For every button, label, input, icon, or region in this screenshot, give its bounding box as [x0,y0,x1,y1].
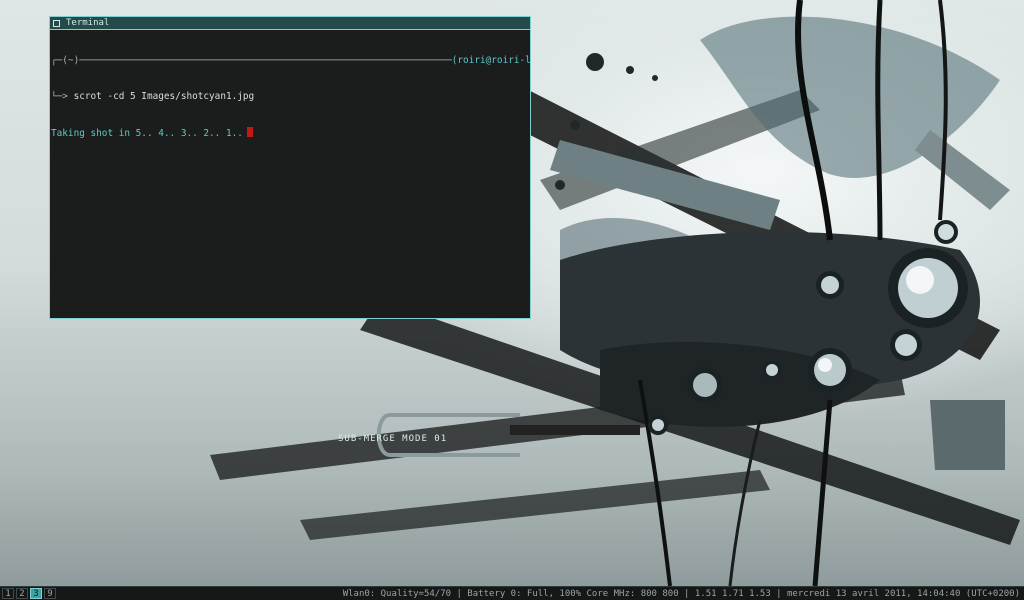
command-text: scrot -cd 5 Images/shotcyan1.jpg [73,91,255,102]
output-line: Taking shot in 5.. 4.. 3.. 2.. 1.. [51,127,530,139]
terminal-body[interactable]: ┌─(~)───────────────────────────────────… [50,30,530,163]
window-icon [53,19,60,27]
workspace-3[interactable]: 3 [30,588,42,599]
workspace-2[interactable]: 2 [16,588,28,599]
terminal-titlebar[interactable]: Terminal [50,17,530,30]
prompt-arrow: └─> [51,91,74,102]
workspace-9[interactable]: 9 [44,588,56,599]
prompt-user-host: (roiri@roiri-laptop) [451,55,530,66]
output-text: Taking shot in 5.. 4.. 3.. 2.. 1.. [51,128,243,139]
status-bar: 1 2 3 9 Wlan0: Quality=54/70 | Battery 0… [0,586,1024,600]
text-cursor [246,127,253,137]
prompt-line-1: ┌─(~)───────────────────────────────────… [51,55,530,67]
workspace-1[interactable]: 1 [2,588,14,599]
prompt-rule: ────────────────────────────────────────… [79,55,452,66]
prompt-cwd: ┌─(~) [51,55,80,66]
prompt-line-2: └─> scrot -cd 5 Images/shotcyan1.jpg [51,91,530,103]
terminal-window[interactable]: Terminal ┌─(~)──────────────────────────… [49,16,531,319]
wallpaper-caption: SUB-MERGE MODE 01 [338,434,447,444]
desktop[interactable]: SUB-MERGE MODE 01 Terminal ┌─(~)────────… [0,0,1024,586]
status-info: Wlan0: Quality=54/70 | Battery 0: Full, … [342,588,1020,599]
terminal-title: Terminal [66,18,110,28]
